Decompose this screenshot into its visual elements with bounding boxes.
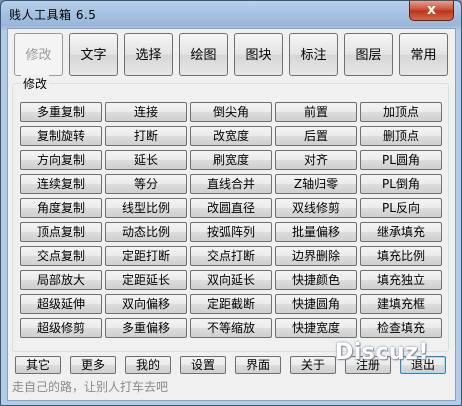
cmd-button[interactable]: 连续复制 [20,174,102,194]
mine-button[interactable]: 我的 [125,356,171,374]
cmd-button[interactable]: 检查填充 [360,318,442,338]
cmd-button[interactable]: 刷宽度 [190,150,272,170]
close-button[interactable]: x [409,1,454,21]
cmd-button[interactable]: 线型比例 [105,198,187,218]
groupbox-label: 修改 [21,75,50,92]
cmd-button[interactable]: 定距截断 [190,294,272,314]
cmd-button[interactable]: 直线合并 [190,174,272,194]
window-title: 贱人工具箱 6.5 [9,8,97,22]
settings-button[interactable]: 设置 [180,356,226,374]
cmd-button[interactable]: 双向延长 [190,270,272,290]
cmd-button[interactable]: 按弧阵列 [190,222,272,242]
cmd-button[interactable]: 顶点复制 [20,222,102,242]
tab-common[interactable]: 常用 [399,33,448,76]
cmd-button[interactable]: 等分 [105,174,187,194]
more-button[interactable]: 更多 [70,356,116,374]
cmd-button[interactable]: 多重复制 [20,102,102,122]
cmd-button[interactable]: 复制旋转 [20,126,102,146]
cmd-button[interactable]: 交点复制 [20,246,102,266]
other-button[interactable]: 其它 [15,356,61,374]
cmd-button[interactable]: 快捷颜色 [275,270,357,290]
tab-text[interactable]: 文字 [69,33,118,76]
cmd-button[interactable]: 局部放大 [20,270,102,290]
cmd-button[interactable]: 多重偏移 [105,318,187,338]
status-text: 走自己的路，让别人打车去吧 [12,380,169,394]
tab-block[interactable]: 图块 [234,33,283,76]
cmd-button[interactable]: 动态比例 [105,222,187,242]
cmd-button[interactable]: 填充比例 [360,246,442,266]
close-icon: x [426,2,437,18]
cmd-button[interactable]: 边界删除 [275,246,357,266]
tab-draw[interactable]: 绘图 [179,33,228,76]
cmd-button[interactable]: 前置 [275,102,357,122]
cmd-button[interactable]: 删顶点 [360,126,442,146]
cmd-button[interactable]: 加顶点 [360,102,442,122]
cmd-button[interactable]: 定距延长 [105,270,187,290]
cmd-button[interactable]: 批量偏移 [275,222,357,242]
tab-modify[interactable]: 修改 [14,33,63,76]
cmd-button[interactable]: 改宽度 [190,126,272,146]
app-window: 贱人工具箱 6.5 x 修改 文字 选择 绘图 图块 标注 图层 常用 修改 多… [0,0,462,406]
cmd-button[interactable]: 对齐 [275,150,357,170]
cmd-button[interactable]: 不等缩放 [190,318,272,338]
cmd-button[interactable]: PL反向 [360,198,442,218]
cmd-button[interactable]: 快捷圆角 [275,294,357,314]
cmd-button[interactable]: PL倒角 [360,174,442,194]
cmd-button[interactable]: 双向偏移 [105,294,187,314]
cmd-button[interactable]: 超级修剪 [20,318,102,338]
interface-button[interactable]: 界面 [235,356,281,374]
cmd-button[interactable]: 交点打断 [190,246,272,266]
cmd-button[interactable]: 快捷宽度 [275,318,357,338]
cmd-button[interactable]: PL圆角 [360,150,442,170]
cmd-button[interactable]: 改圆直径 [190,198,272,218]
cmd-button[interactable]: 继承填充 [360,222,442,242]
tab-layer[interactable]: 图层 [344,33,393,76]
cmd-button[interactable]: Z轴归零 [275,174,357,194]
title-bar[interactable]: 贱人工具箱 6.5 x [1,1,461,27]
cmd-button[interactable]: 连接 [105,102,187,122]
cmd-button[interactable]: 超级延伸 [20,294,102,314]
cmd-button[interactable]: 倒尖角 [190,102,272,122]
about-button[interactable]: 关于 [290,356,336,374]
cmd-button[interactable]: 建填充框 [360,294,442,314]
cmd-button[interactable]: 后置 [275,126,357,146]
cmd-button[interactable]: 打断 [105,126,187,146]
cmd-button[interactable]: 双线修剪 [275,198,357,218]
tab-select[interactable]: 选择 [124,33,173,76]
cmd-button[interactable]: 填充独立 [360,270,442,290]
cmd-button[interactable]: 方向复制 [20,150,102,170]
tab-dimension[interactable]: 标注 [289,33,338,76]
watermark-logo: Discuz! [335,340,429,365]
cmd-button[interactable]: 角度复制 [20,198,102,218]
cmd-button[interactable]: 延长 [105,150,187,170]
cmd-button[interactable]: 定距打断 [105,246,187,266]
